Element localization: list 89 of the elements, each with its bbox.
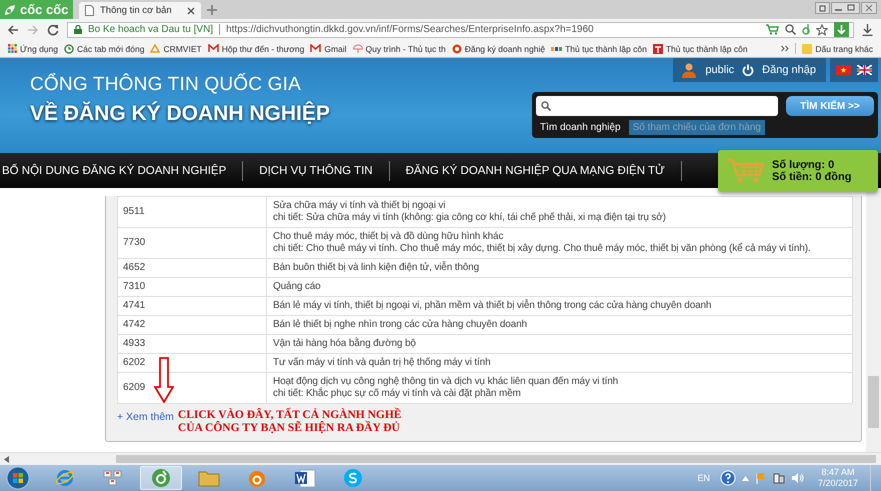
more-link[interactable]: + Xem thêm <box>117 411 174 423</box>
keyboard-icon <box>103 469 123 487</box>
bookmark[interactable]: Đăng ký doanh nghiệ <box>452 44 546 54</box>
search-icon <box>541 101 551 111</box>
start-button-icon[interactable] <box>6 466 30 490</box>
flag-icon[interactable] <box>857 65 872 75</box>
nav-link[interactable]: DỊCH VỤ THÔNG TIN <box>259 160 390 180</box>
tray-expand-icon[interactable] <box>742 476 749 480</box>
site-title: VỀ ĐĂNG KÝ DOANH NGHIỆP <box>30 102 330 126</box>
star-icon[interactable] <box>816 24 828 36</box>
folder-icon <box>198 469 220 487</box>
site-title: CỔNG THÔNG TIN QUỐC GIA <box>30 74 302 96</box>
nav-link[interactable]: BỐ NỘI DUNG ĐĂNG KÝ DOANH NGHIỆP <box>2 160 244 180</box>
username[interactable]: public <box>705 64 734 76</box>
history-icon <box>64 44 74 54</box>
document-w-icon <box>294 468 316 488</box>
scroll-left-icon[interactable] <box>4 456 10 462</box>
flag-icon[interactable] <box>836 65 851 75</box>
vertical-scrollbar[interactable] <box>866 188 881 452</box>
devices-icon[interactable] <box>772 472 785 484</box>
horizontal-scrollbar[interactable] <box>0 452 881 465</box>
table-cell-text: Bán lẻ thiết bị nghe nhìn trong các cửa hàng chuyên doanh <box>273 319 528 331</box>
bookmark[interactable]: Hộp thư đến - thương <box>208 44 304 54</box>
mail-icon <box>310 44 322 53</box>
address-field[interactable]: Bo Ke hoach va Dau tu [VN] https://dichvuthongtin.dkkd.gov.vn/inf/Forms/Searches/EnterpriseInfo.aspx?h=1960 <box>67 22 854 38</box>
page-icon <box>85 5 94 16</box>
umbrella-icon <box>352 44 363 54</box>
browser-tab[interactable]: Thông tin cơ bản <box>79 2 201 19</box>
mail-icon <box>208 44 219 53</box>
table-cell-text: Sửa chữa máy vi tính và thiết bị ngoại vi <box>273 200 446 212</box>
table-cell: 4652 <box>118 259 267 277</box>
power-icon <box>742 64 754 76</box>
reload-icon[interactable] <box>47 24 59 36</box>
table-cell-text: Bán buôn thiết bị và linh kiện điện tử, viễn thông <box>273 262 480 274</box>
taskbar-app[interactable] <box>140 466 182 490</box>
bookmark[interactable]: Thủ tục thành lập côn <box>551 44 647 54</box>
table-cell: 4741 <box>118 297 267 315</box>
back-icon[interactable] <box>7 24 19 36</box>
chat-s-icon <box>343 468 363 488</box>
zoom-icon[interactable] <box>785 24 796 35</box>
download-icon[interactable] <box>834 22 849 37</box>
bookmark[interactable]: Quy trình - Thủ tục th <box>352 44 446 54</box>
download-icon[interactable] <box>862 24 873 36</box>
table-cell-text: Quảng cáo <box>273 281 322 293</box>
annotation-text: CỦA CÔNG TY BẠN SẼ HIỆN RA ĐẦY ĐỦ <box>178 422 401 435</box>
table-cell-text: Vận tải hàng hóa bằng đường bộ <box>273 338 417 350</box>
table-cell: 9511 <box>118 197 267 227</box>
user-icon <box>681 62 698 78</box>
window-controls-drawing[interactable] <box>815 2 877 15</box>
chevron-icon[interactable] <box>781 45 790 52</box>
bookmark[interactable]: Gmail <box>310 44 347 54</box>
table-cell: 4933 <box>118 335 267 353</box>
nav-link[interactable]: ĐĂNG KÝ DOANH NGHIỆP QUA MẠNG ĐIỆN TỬ <box>406 160 682 180</box>
table-cell: 4742 <box>118 316 267 334</box>
table-cell-text: Bán lẻ máy vi tính, thiết bị ngoại vi, phần mềm và thiết bị viễn thông trong các cửa hàng chuyên doanh <box>273 300 712 312</box>
table-cell: 7730 <box>118 228 267 258</box>
table-cell-text: Cho thuê máy móc, thiết bị và đồ dùng hữu hình khác <box>273 231 504 243</box>
table-cell-text: chi tiết: Sửa chữa máy vi tính (không: gia công cơ khí, tái chế phế thải, xi mạ điện tại trụ sở) <box>273 212 667 224</box>
cart-box[interactable]: Số lượng: 0 Số tiền: 0 đồng <box>718 150 878 192</box>
speaker-icon[interactable] <box>790 472 804 484</box>
bookmark[interactable]: Thủ tục thành lập côn <box>652 44 748 54</box>
bookmark[interactable]: Ứng dụng <box>8 44 58 54</box>
cart-quantity: Số lượng: 0 <box>772 159 836 171</box>
search-field[interactable] <box>536 96 778 116</box>
close-icon[interactable] <box>187 6 195 14</box>
browser-e-icon <box>55 468 75 488</box>
cart-icon <box>726 158 766 184</box>
letters-icon <box>551 44 562 52</box>
help-icon[interactable] <box>720 470 736 486</box>
lock-icon <box>74 25 82 34</box>
table-cell-text: chi tiết: Cho thuê máy vi tính. Cho thuê máy móc, thiết bị xây dựng. Cho thuê máy móc, thiết bị văn phòng (kể cả máy vi tính). <box>273 243 812 255</box>
new-tab-icon[interactable] <box>207 5 217 15</box>
forward-icon[interactable] <box>27 24 39 36</box>
bookmark-folder[interactable]: Dấu trang khác <box>802 44 873 54</box>
login-link[interactable]: Đăng nhập <box>762 64 816 76</box>
cart-icon[interactable] <box>766 24 779 35</box>
grid-icon <box>8 44 17 53</box>
table-cell: 7310 <box>118 278 267 296</box>
annotation-text: CLICK VÀO ĐÂY, TẤT CẢ NGÀNH NGHỀ <box>178 409 402 421</box>
table-cell-text: chi tiết: Khắc phục sự cố máy vi tính và cài đặt phần mềm <box>273 388 522 400</box>
bookmark[interactable]: Các tab mới đóng <box>64 44 144 54</box>
folder-icon <box>802 44 812 54</box>
table-cell-text: Tư vấn máy vi tính và quản trị hệ thống máy vi tính <box>273 357 492 369</box>
warning-flag-icon[interactable] <box>754 472 767 484</box>
tower-icon <box>652 44 663 54</box>
table-cell-text: Hoạt động dịch vụ công nghệ thông tin và dịch vụ khác liên quan đến máy vi tính <box>273 376 620 387</box>
cart-total: Số tiền: 0 đồng <box>772 171 852 183</box>
bookmark[interactable]: CRMVIET <box>150 44 202 54</box>
triangle-icon <box>150 44 160 53</box>
